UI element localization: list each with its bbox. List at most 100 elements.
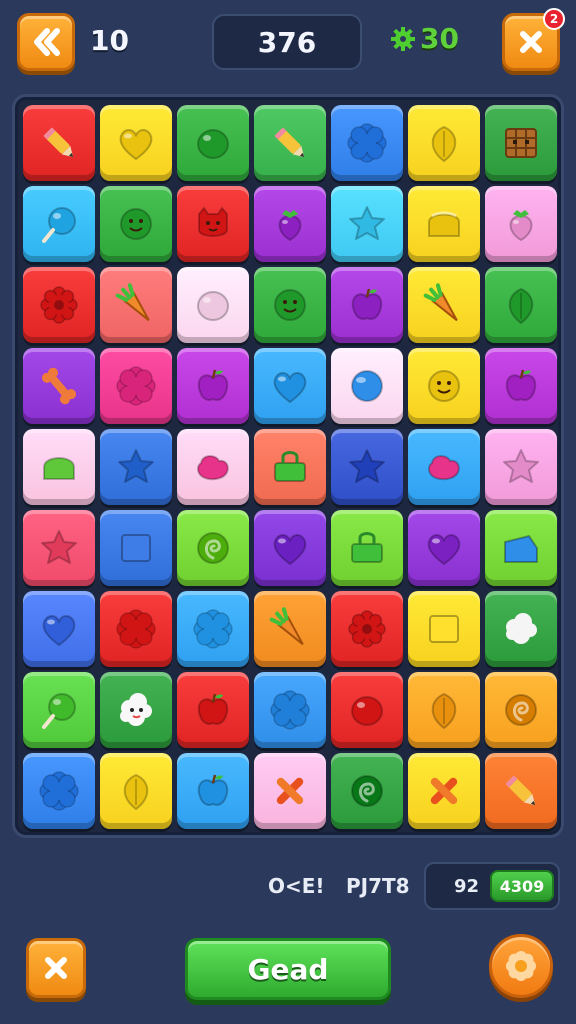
tile-r9-c4[interactable]	[254, 753, 326, 829]
tile-r1-c6[interactable]	[408, 105, 480, 181]
leaf-icon	[431, 692, 457, 730]
tile-r8-c1[interactable]	[23, 672, 95, 748]
tile-r3-c6[interactable]	[408, 267, 480, 343]
tile-r7-c6[interactable]	[408, 591, 480, 667]
tile-r9-c5[interactable]	[331, 753, 403, 829]
tile-r2-c6[interactable]	[408, 186, 480, 262]
tile-r8-c4[interactable]	[254, 672, 326, 748]
tile-r6-c1[interactable]	[23, 510, 95, 586]
tile-r4-c3[interactable]	[177, 348, 249, 424]
tile-r7-c5[interactable]	[331, 591, 403, 667]
tile-r9-c2[interactable]	[100, 753, 172, 829]
close-button[interactable]: 2	[502, 8, 565, 71]
tile-r5-c5[interactable]	[331, 429, 403, 505]
stat-label-b: PJ7T8	[346, 874, 410, 898]
tile-r4-c2[interactable]	[100, 348, 172, 424]
tile-r5-c6[interactable]	[408, 429, 480, 505]
flower-icon	[506, 951, 536, 981]
smiley-icon	[120, 208, 152, 240]
gear-icon	[348, 610, 386, 648]
tile-r1-c2[interactable]	[100, 105, 172, 181]
tile-r1-c4[interactable]	[254, 105, 326, 181]
flower-icon	[116, 366, 156, 406]
tile-r8-c2[interactable]	[100, 672, 172, 748]
tile-r1-c3[interactable]	[177, 105, 249, 181]
flower-icon	[39, 771, 79, 811]
tile-r1-c5[interactable]	[331, 105, 403, 181]
tile-r7-c3[interactable]	[177, 591, 249, 667]
main-action-button[interactable]: Gead	[185, 938, 391, 1000]
heart-icon	[119, 129, 153, 161]
game-board	[12, 94, 564, 838]
tile-r2-c3[interactable]	[177, 186, 249, 262]
tile-r2-c7[interactable]	[485, 186, 557, 262]
tile-r8-c5[interactable]	[331, 672, 403, 748]
tile-r2-c4[interactable]	[254, 186, 326, 262]
back-button[interactable]	[17, 13, 75, 71]
lemon-icon	[197, 129, 229, 159]
tile-r9-c1[interactable]	[23, 753, 95, 829]
leaf-icon	[431, 125, 457, 163]
tile-r7-c4[interactable]	[254, 591, 326, 667]
tile-r6-c3[interactable]	[177, 510, 249, 586]
tile-r6-c2[interactable]	[100, 510, 172, 586]
heart-icon	[273, 372, 307, 404]
lollipop-icon	[42, 207, 76, 243]
tile-r7-c2[interactable]	[100, 591, 172, 667]
tile-r3-c5[interactable]	[331, 267, 403, 343]
stats-row: O<E! PJ7T8 92 4309	[250, 862, 560, 910]
tile-r5-c4[interactable]	[254, 429, 326, 505]
tile-r8-c6[interactable]	[408, 672, 480, 748]
blob-icon	[196, 455, 229, 481]
leaf-icon	[508, 287, 534, 325]
cancel-button[interactable]	[26, 938, 86, 998]
tile-r3-c7[interactable]	[485, 267, 557, 343]
tile-r6-c6[interactable]	[408, 510, 480, 586]
tile-r8-c3[interactable]	[177, 672, 249, 748]
strawberry-icon	[278, 210, 302, 242]
tile-r6-c5[interactable]	[331, 510, 403, 586]
tile-r9-c7[interactable]	[485, 753, 557, 829]
star-icon	[118, 449, 154, 483]
tile-r8-c7[interactable]	[485, 672, 557, 748]
tile-r1-c1[interactable]	[23, 105, 95, 181]
lemon-icon	[197, 291, 229, 321]
tile-r1-c7[interactable]	[485, 105, 557, 181]
tile-r6-c7[interactable]	[485, 510, 557, 586]
tile-r4-c6[interactable]	[408, 348, 480, 424]
moves-counter: 10	[90, 24, 129, 57]
tile-r7-c7[interactable]	[485, 591, 557, 667]
tile-r6-c4[interactable]	[254, 510, 326, 586]
strawberry-icon	[509, 210, 533, 242]
tile-r5-c3[interactable]	[177, 429, 249, 505]
tile-r9-c3[interactable]	[177, 753, 249, 829]
flower-icon	[347, 123, 387, 163]
tile-r4-c7[interactable]	[485, 348, 557, 424]
tile-r3-c4[interactable]	[254, 267, 326, 343]
tile-r9-c6[interactable]	[408, 753, 480, 829]
tile-r5-c2[interactable]	[100, 429, 172, 505]
settings-button[interactable]	[489, 934, 553, 998]
gear-coin-icon	[391, 26, 415, 51]
tile-r5-c7[interactable]	[485, 429, 557, 505]
tile-r4-c4[interactable]	[254, 348, 326, 424]
apple-icon	[197, 693, 229, 725]
tile-r2-c5[interactable]	[331, 186, 403, 262]
main-action-label: Gead	[247, 952, 329, 986]
tile-r3-c2[interactable]	[100, 267, 172, 343]
bone-icon	[41, 367, 77, 405]
tile-r7-c1[interactable]	[23, 591, 95, 667]
heart-icon	[42, 615, 76, 647]
coin-counter: 30	[390, 22, 459, 55]
apple-icon	[197, 369, 229, 401]
top-bar: 10 376 30 2	[0, 0, 576, 90]
tile-r4-c1[interactable]	[23, 348, 95, 424]
stat-label-a: O<E!	[268, 874, 325, 898]
tile-r2-c1[interactable]	[23, 186, 95, 262]
tile-r4-c5[interactable]	[331, 348, 403, 424]
orb-icon	[351, 370, 383, 402]
tile-r2-c2[interactable]	[100, 186, 172, 262]
tile-r3-c1[interactable]	[23, 267, 95, 343]
tile-r3-c3[interactable]	[177, 267, 249, 343]
tile-r5-c1[interactable]	[23, 429, 95, 505]
